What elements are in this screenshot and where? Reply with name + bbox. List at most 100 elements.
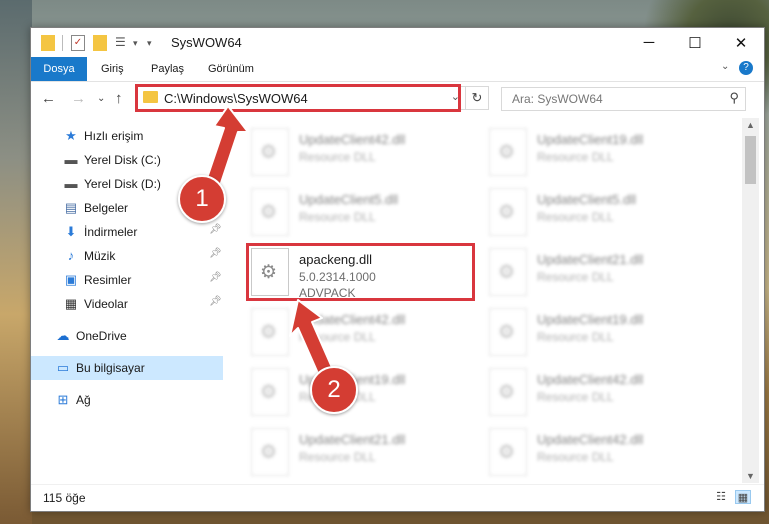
pictures-icon: ▣: [64, 272, 78, 287]
customize-icon[interactable]: ☰: [115, 35, 127, 51]
computer-icon: ▭: [56, 360, 70, 375]
gear-icon: ⚙: [498, 322, 516, 343]
title-bar: ✓ ☰ ▾ ▾ SysWOW64 ─ ☐ ✕: [31, 28, 764, 57]
file-name: UpdateClient21.dll: [537, 252, 644, 267]
search-icon[interactable]: ⚲: [729, 90, 739, 106]
tab-file[interactable]: Dosya: [31, 57, 87, 81]
maximize-button[interactable]: ☐: [672, 28, 718, 57]
gear-icon: ⚙: [498, 262, 516, 283]
gear-icon: ⚙: [498, 142, 516, 163]
sidebar-item-music[interactable]: ♪ Müzik 📌︎: [31, 244, 223, 268]
chevron-down-icon[interactable]: ▾: [133, 35, 141, 51]
recent-locations-chevron-icon[interactable]: ⌄: [97, 93, 105, 104]
quick-access-toolbar-dropdown[interactable]: ▾: [147, 35, 155, 51]
pin-icon[interactable]: 📌︎: [209, 248, 222, 259]
gear-icon: ⚙: [260, 202, 278, 223]
file-name: UpdateClient19.dll: [537, 132, 644, 147]
file-item[interactable]: ⚙ UpdateClient42.dll Resource DLL: [236, 125, 461, 181]
sidebar-item-label: Müzik: [84, 249, 116, 263]
file-item[interactable]: ⚙ UpdateClient42.dll Resource DLL: [236, 305, 461, 361]
video-icon: ▦: [64, 296, 78, 311]
step-badge-1: 1: [178, 175, 226, 223]
details-view-icon[interactable]: ☷: [713, 490, 729, 504]
pin-icon[interactable]: 📌︎: [209, 296, 222, 307]
pin-icon[interactable]: 📌︎: [209, 272, 222, 283]
sidebar-item-videos[interactable]: ▦ Videolar 📌︎: [31, 292, 223, 316]
scroll-up-icon[interactable]: ▲: [746, 120, 755, 130]
refresh-icon[interactable]: ↻: [465, 87, 488, 109]
file-description: Resource DLL: [537, 330, 614, 344]
file-description: Resource DLL: [537, 210, 614, 224]
file-item[interactable]: ⚙ UpdateClient21.dll Resource DLL: [474, 245, 699, 301]
sidebar-item-network[interactable]: ⊞ Ağ: [31, 388, 223, 412]
drive-icon: ▬: [64, 176, 78, 191]
file-description: Resource DLL: [537, 390, 614, 404]
tab-view[interactable]: Görünüm: [208, 57, 254, 81]
gear-icon: ⚙: [260, 142, 278, 163]
sidebar-item-quick-access[interactable]: ★ Hızlı erişim: [31, 124, 223, 148]
item-count: 115 öğe: [43, 491, 86, 505]
sidebar-item-label: Ağ: [76, 393, 91, 407]
file-highlight: [246, 243, 475, 301]
sidebar-item-label: Yerel Disk (C:): [84, 153, 161, 167]
ribbon-tabs: Dosya Giriş Paylaş Görünüm ⌄ ?: [31, 57, 764, 82]
sidebar-item-label: Videolar: [84, 297, 128, 311]
gear-icon: ⚙: [498, 382, 516, 403]
search-input[interactable]: Ara: SysWOW64 ⚲: [501, 87, 746, 111]
gear-icon: ⚙: [260, 442, 278, 463]
sidebar-item-downloads[interactable]: ⬇ İndirmeler 📌︎: [31, 220, 223, 244]
back-arrow-icon[interactable]: ←: [41, 90, 56, 107]
pin-icon[interactable]: 📌︎: [209, 224, 222, 235]
up-arrow-icon[interactable]: ↑: [115, 90, 123, 107]
expand-ribbon-icon[interactable]: ⌄: [721, 61, 729, 72]
file-item[interactable]: ⚙ UpdateClient19.dll Resource DLL: [474, 125, 699, 181]
gear-icon: ⚙: [260, 382, 278, 403]
address-bar-highlight: [135, 84, 461, 112]
drive-icon: ▬: [64, 152, 78, 167]
file-item[interactable]: ⚙ UpdateClient19.dll Resource DLL: [474, 305, 699, 361]
properties-icon[interactable]: ✓: [71, 35, 85, 51]
file-name: UpdateClient42.dll: [299, 312, 406, 327]
tab-home[interactable]: Giriş: [101, 57, 124, 81]
file-name: UpdateClient21.dll: [299, 432, 406, 447]
help-icon[interactable]: ?: [739, 61, 753, 75]
file-description: Resource DLL: [299, 330, 376, 344]
sidebar-item-label: Belgeler: [84, 201, 129, 215]
file-item[interactable]: ⚙ UpdateClient42.dll Resource DLL: [474, 365, 699, 421]
file-description: Resource DLL: [299, 150, 376, 164]
tab-share[interactable]: Paylaş: [151, 57, 184, 81]
sidebar-item-local-disk-c[interactable]: ▬ Yerel Disk (C:): [31, 148, 223, 172]
download-icon: ⬇: [65, 224, 77, 239]
close-button[interactable]: ✕: [718, 28, 764, 57]
file-item[interactable]: ⚙ UpdateClient42.dll Resource DLL: [474, 425, 699, 479]
file-description: Resource DLL: [299, 450, 376, 464]
file-item[interactable]: ⚙ UpdateClient5.dll Resource DLL: [474, 185, 699, 241]
vertical-scrollbar[interactable]: ▲ ▼: [742, 118, 759, 483]
new-folder-icon[interactable]: [93, 35, 107, 51]
desktop-background: [0, 0, 32, 524]
file-name: UpdateClient42.dll: [537, 432, 644, 447]
file-description: Resource DLL: [299, 210, 376, 224]
sidebar-item-pictures[interactable]: ▣ Resimler 📌︎: [31, 268, 223, 292]
file-item[interactable]: ⚙ UpdateClient5.dll Resource DLL: [236, 185, 461, 241]
file-description: Resource DLL: [537, 150, 614, 164]
gear-icon: ⚙: [498, 202, 516, 223]
status-bar: 115 öğe ☷ ▦: [31, 484, 764, 511]
sidebar-item-label: OneDrive: [76, 329, 127, 343]
sidebar-item-label: Hızlı erişim: [84, 129, 144, 143]
file-name: UpdateClient42.dll: [537, 372, 644, 387]
scroll-down-icon[interactable]: ▼: [746, 471, 755, 481]
large-icons-view-icon[interactable]: ▦: [735, 490, 751, 504]
step-badge-2: 2: [310, 366, 358, 414]
gear-icon: ⚙: [260, 322, 278, 343]
minimize-button[interactable]: ─: [626, 28, 672, 57]
forward-arrow-icon[interactable]: →: [71, 90, 86, 107]
sidebar-item-this-pc[interactable]: ▭ Bu bilgisayar: [31, 356, 223, 380]
navigation-pane: ★ Hızlı erişim ▬ Yerel Disk (C:) ▬ Yerel…: [31, 118, 226, 479]
scroll-thumb[interactable]: [745, 136, 756, 184]
sidebar-item-label: Resimler: [84, 273, 132, 287]
file-name: UpdateClient5.dll: [537, 192, 637, 207]
music-icon: ♪: [67, 248, 75, 263]
sidebar-item-onedrive[interactable]: ☁ OneDrive: [31, 324, 223, 348]
file-item[interactable]: ⚙ UpdateClient21.dll Resource DLL: [236, 425, 461, 479]
